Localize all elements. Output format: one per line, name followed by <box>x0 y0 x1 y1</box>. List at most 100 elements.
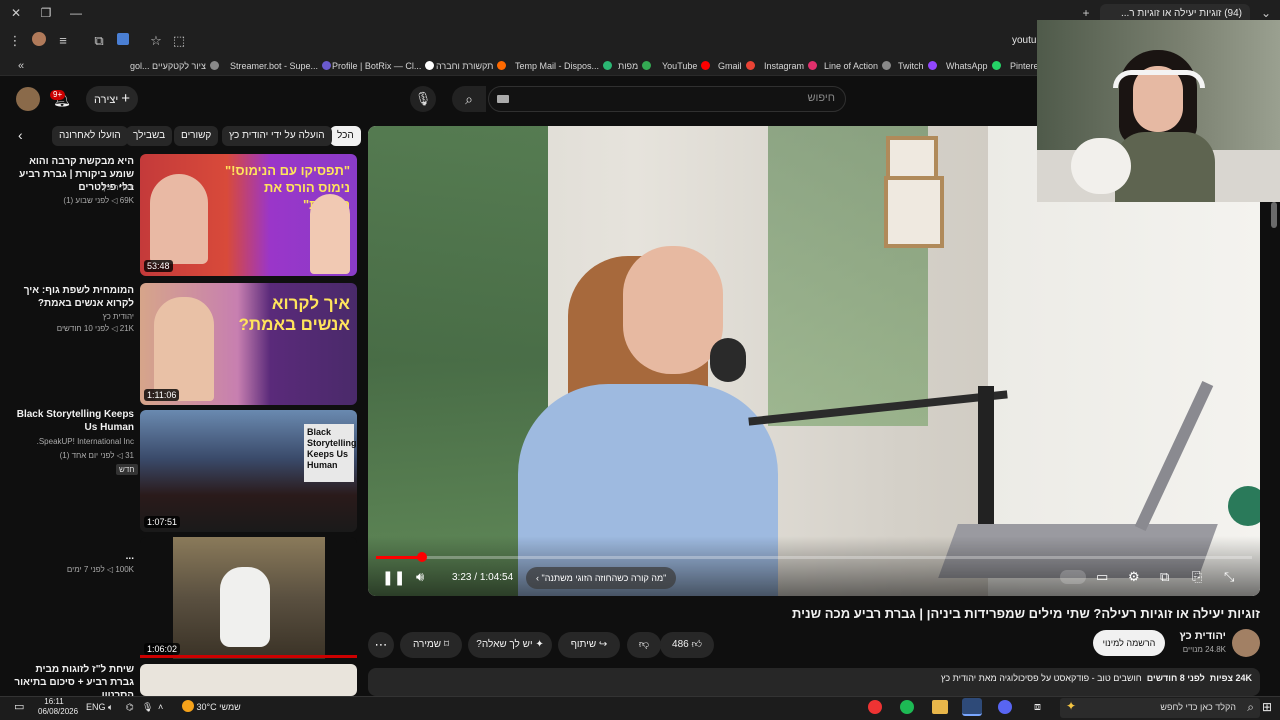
video-thumbnail[interactable]: איך לקרוא אנשים באמת? 1:11:06 <box>140 283 357 405</box>
chapter-button[interactable]: "מה קורה כשהחוזה הזוגי משתנה" › <box>526 567 677 589</box>
autoplay-toggle[interactable] <box>1060 570 1086 584</box>
extensions-icon[interactable]: ⧉ <box>90 32 108 50</box>
video-title[interactable]: המומחית לשפת גוף: איך לקרוא אנשים באמת? <box>10 284 134 310</box>
bookmark-item[interactable]: Streamer.bot - Supe... <box>230 59 335 73</box>
bookmark-label: Gmail <box>718 61 742 71</box>
translate-icon[interactable] <box>114 32 132 50</box>
share-button[interactable]: ↪ שיתוף <box>558 632 620 658</box>
video-channel[interactable]: SpeakUP! International Inc. <box>10 436 134 448</box>
chrome-icon[interactable] <box>962 698 982 716</box>
bookmark-favicon-icon <box>991 61 1001 70</box>
video-title[interactable]: Black Storytelling Keeps Us Human <box>10 408 134 434</box>
video-duration: 1:06:02 <box>144 643 181 655</box>
search-input[interactable]: חיפוש <box>488 86 846 112</box>
bookmark-item[interactable]: YouTube <box>662 59 714 73</box>
bookmark-item[interactable]: WhatsApp <box>946 59 1005 73</box>
notifications-icon[interactable]: ▭ <box>14 699 24 715</box>
video-channel[interactable]: יהודית כץ <box>10 182 134 194</box>
fullscreen-icon[interactable]: ⤡ <box>1224 569 1234 585</box>
dislike-button[interactable]: 👎︎ <box>627 632 661 658</box>
bookmark-item[interactable]: Gmail <box>718 59 759 73</box>
video-duration: 1:07:51 <box>144 516 181 528</box>
network-icon[interactable]: ⌬ <box>126 699 134 715</box>
subscribe-button[interactable]: הרשמה למינוי <box>1093 630 1165 656</box>
bookmark-item[interactable]: Profile | BotRix — Cl... <box>332 59 438 73</box>
url-text[interactable]: youtu <box>1012 35 1036 46</box>
app-icon[interactable] <box>868 700 882 714</box>
filter-chip[interactable]: קשורים <box>174 126 219 146</box>
ask-button[interactable]: ✦ יש לך שאלה? <box>468 632 552 658</box>
mic-tray-icon[interactable]: 🎙︎ <box>142 699 153 715</box>
subtitles-icon[interactable]: ▭ <box>1096 569 1108 585</box>
spotify-icon[interactable] <box>900 700 914 714</box>
video-meta: 100K ◁ לפני 7 ימים <box>66 565 134 574</box>
chips-prev-chevron-icon[interactable]: ‹ <box>18 127 23 143</box>
cast-icon[interactable]: ⎘ <box>1192 569 1202 585</box>
filter-chip[interactable]: בשבילך <box>126 126 173 146</box>
bookmark-item[interactable]: Temp Mail - Dispos... <box>515 59 616 73</box>
discord-icon[interactable] <box>998 700 1012 714</box>
profile-icon[interactable] <box>30 32 48 50</box>
weather-widget[interactable]: שמשי 30°C <box>182 699 241 715</box>
bookmark-item[interactable]: Line of Action <box>824 59 895 73</box>
volume-tray-icon[interactable]: 🔈︎ <box>108 699 113 715</box>
volume-button[interactable]: 🔊︎ <box>416 569 424 585</box>
voice-search-mic-icon[interactable]: 🎙︎ <box>410 86 436 112</box>
minimize-window-icon[interactable]: — <box>66 4 86 22</box>
like-button[interactable]: 486 👍︎ <box>660 632 714 658</box>
search-button[interactable]: ⌕ <box>452 86 486 112</box>
account-avatar[interactable] <box>16 87 40 111</box>
progress-scrubber[interactable] <box>416 552 427 562</box>
page-scrollbar-thumb[interactable] <box>1271 202 1277 228</box>
close-window-icon[interactable]: ✕ <box>6 4 26 22</box>
bookmark-label: Temp Mail - Dispos... <box>515 61 600 71</box>
media-icon[interactable]: ≡ <box>54 32 72 50</box>
bookmark-item[interactable]: מפות <box>618 59 655 73</box>
keyboard-icon[interactable] <box>497 95 509 103</box>
video-thumbnail[interactable]: "תפסיקו עם הנימוס!" נימוס הורס את הזוגיו… <box>140 154 357 276</box>
new-badge: חדש <box>116 464 138 475</box>
miniplayer-icon[interactable]: ⧉ <box>1160 569 1169 585</box>
taskbar-search-input[interactable]: ✦ הקלד כאן כדי לחפש ⌕ <box>1060 698 1260 718</box>
filter-chip[interactable]: הועלו לאחרונה <box>52 126 128 146</box>
create-button[interactable]: יצירה + <box>86 86 138 112</box>
bookmark-star-icon[interactable]: ☆ <box>147 32 165 50</box>
menu-dots-icon[interactable]: ⋮ <box>6 32 24 50</box>
bookmark-label: Twitch <box>898 61 924 71</box>
video-thumbnail[interactable]: 1:06:02 <box>140 537 357 659</box>
tray-overflow-icon[interactable]: ˄ <box>158 699 163 715</box>
settings-gear-icon[interactable]: ⚙ <box>1128 569 1140 585</box>
task-view-icon[interactable]: ⧈ <box>1034 699 1041 715</box>
screenshot-icon[interactable]: ⬚ <box>170 32 188 50</box>
restore-window-icon[interactable]: ❐ <box>36 4 56 22</box>
thumbs-up-icon: 👍︎ <box>691 639 702 650</box>
copilot-sparkle-icon: ✦ <box>1066 699 1077 713</box>
video-meta: 31 ◁ לפני יום אחד (1) <box>59 451 134 460</box>
file-explorer-icon[interactable] <box>932 700 948 714</box>
video-thumbnail[interactable] <box>140 664 357 696</box>
progress-track[interactable] <box>376 556 1252 559</box>
clock[interactable]: 16:11 06/08/2026 <box>38 697 78 717</box>
description-line: חושבים טוב - פודקאסט על פסיכולוגיה מאת י… <box>940 673 1142 683</box>
video-thumbnail[interactable]: Black Storytelling Keeps Us Human 1:07:5… <box>140 410 357 532</box>
bookmark-item[interactable]: Twitch <box>898 59 941 73</box>
windows-start-icon[interactable]: ⊞ <box>1262 699 1272 715</box>
video-duration: 1:11:06 <box>144 389 180 401</box>
channel-avatar[interactable] <box>1232 629 1260 657</box>
more-actions-button[interactable]: ⋯ <box>368 632 394 658</box>
time-display: 3:23 / 1:04:54 <box>452 572 514 583</box>
video-title[interactable]: ... <box>10 550 134 563</box>
filter-chip[interactable]: הועלה על ידי יהודית כץ <box>222 126 332 146</box>
clock-time: 16:11 <box>44 697 64 706</box>
save-button[interactable]: ⌑ שמירה <box>400 632 462 658</box>
bookmark-item[interactable]: Instagram <box>764 59 821 73</box>
pause-button[interactable]: ❚❚ <box>382 569 405 586</box>
bookmark-item[interactable]: gol... ציור לקטקעיים <box>130 59 223 73</box>
language-indicator[interactable]: ENG <box>86 699 106 715</box>
bookmark-item[interactable]: תקשורת וחברה <box>436 59 510 73</box>
video-channel[interactable]: יהודית כץ <box>10 311 134 323</box>
filter-chip[interactable]: הכל <box>330 126 361 146</box>
search-icon: ⌕ <box>465 91 473 107</box>
bookmark-favicon-icon <box>927 61 937 70</box>
bookmarks-overflow-icon[interactable]: « <box>18 59 24 73</box>
